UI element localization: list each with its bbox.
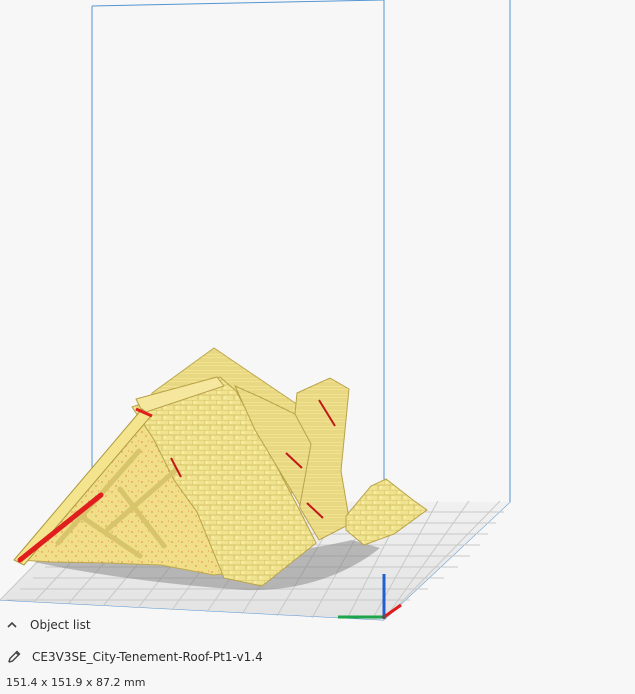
model-dimensions: 151.4 x 151.9 x 87.2 mm xyxy=(6,676,146,689)
object-name[interactable]: CE3V3SE_City-Tenement-Roof-Pt1-v1.4 xyxy=(32,650,263,664)
object-list-label: Object list xyxy=(30,618,91,632)
object-row[interactable]: CE3V3SE_City-Tenement-Roof-Pt1-v1.4 xyxy=(6,649,263,665)
chevron-up-icon[interactable] xyxy=(6,619,18,631)
object-list-toggle[interactable]: Object list xyxy=(6,618,91,632)
scene-svg xyxy=(0,0,511,621)
chevron-up-svg xyxy=(7,621,17,628)
pencil-icon[interactable] xyxy=(6,649,22,665)
pencil-svg xyxy=(8,650,21,663)
3d-viewport[interactable] xyxy=(0,0,635,694)
